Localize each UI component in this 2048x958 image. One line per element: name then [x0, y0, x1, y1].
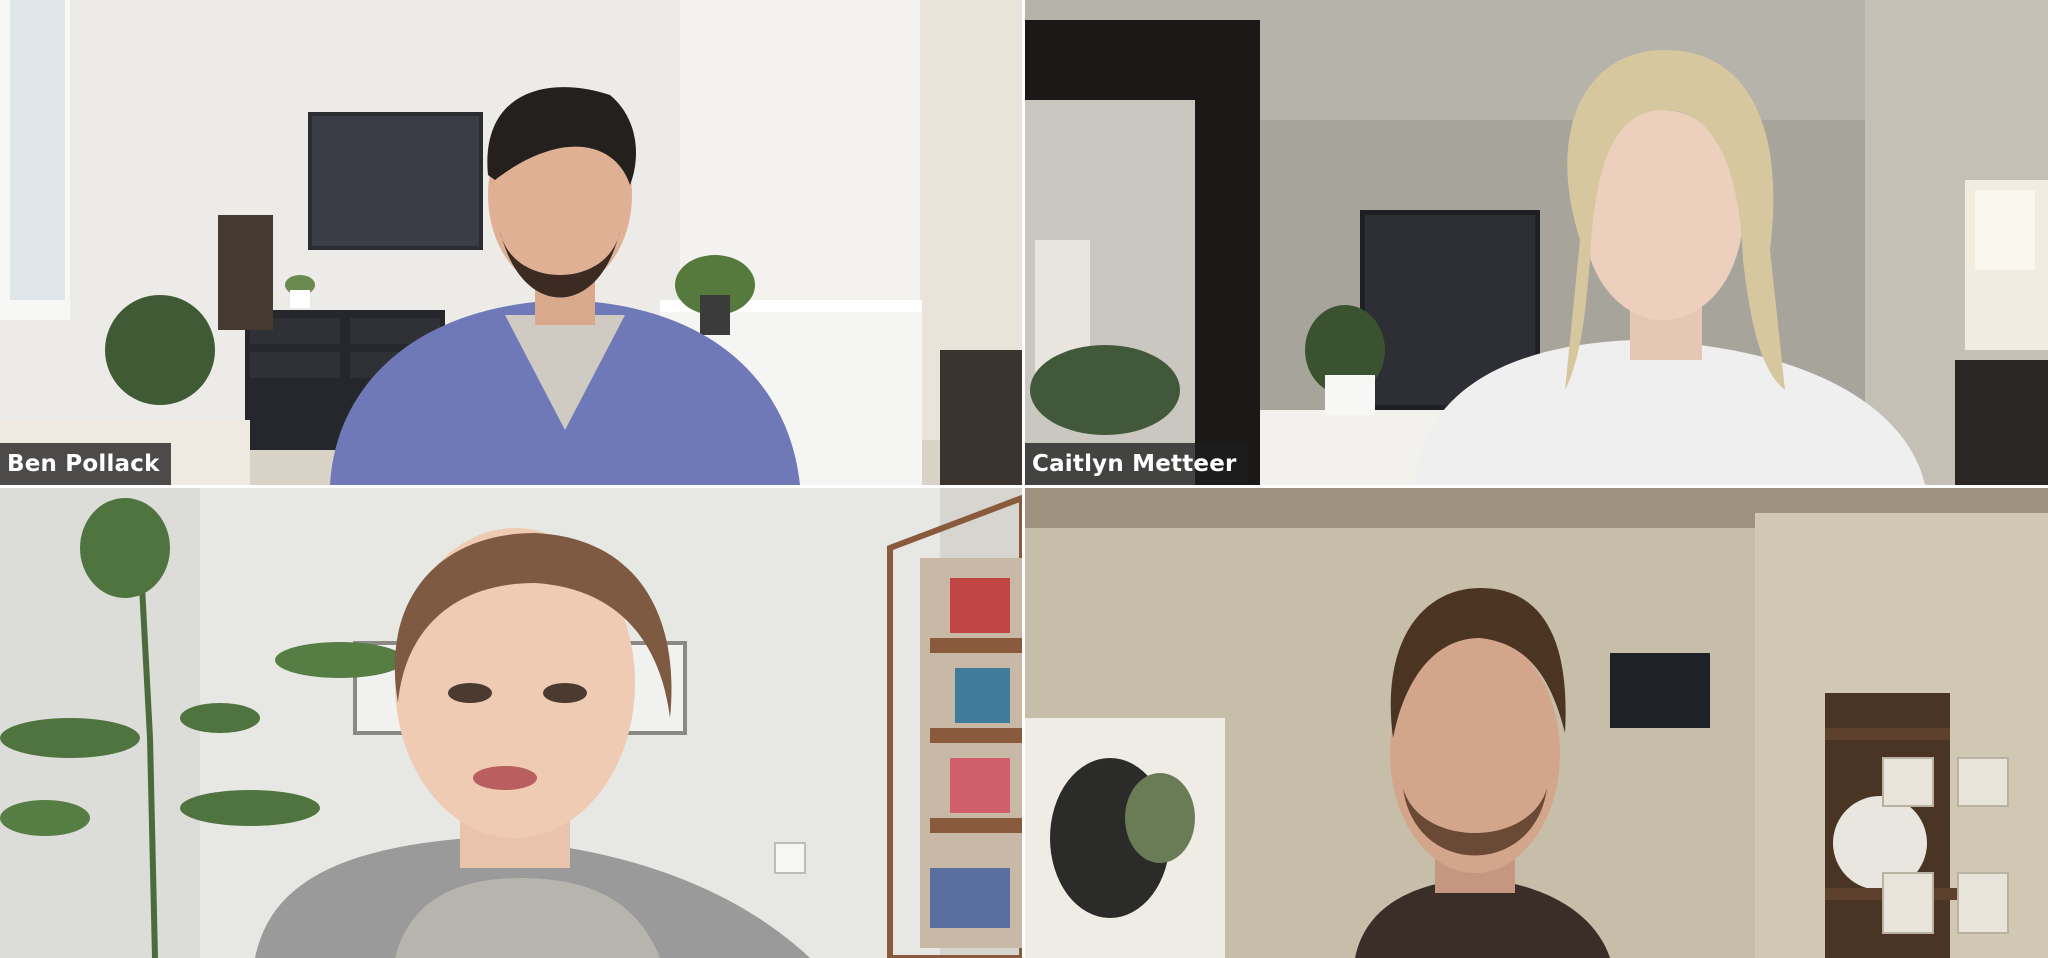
participant-video-3: [0, 488, 1022, 958]
participant-name-tag: Ben Pollack: [0, 443, 171, 485]
participant-name-label: Ben Pollack: [7, 451, 160, 477]
participant-video-ben-pollack: [0, 0, 1022, 485]
participant-name-label: Caitlyn Metteer: [1032, 451, 1237, 477]
participant-tile-4[interactable]: [1025, 488, 2048, 958]
participant-tile-ben-pollack[interactable]: Ben Pollack: [0, 0, 1022, 485]
participant-tile-3[interactable]: [0, 488, 1022, 958]
participant-video-4: [1025, 488, 2048, 958]
participant-name-tag: Caitlyn Metteer: [1025, 443, 1248, 485]
video-call-grid: Ben Pollack Caitlyn Metteer: [0, 0, 2048, 958]
participant-tile-caitlyn-metteer[interactable]: Caitlyn Metteer: [1025, 0, 2048, 485]
participant-video-caitlyn-metteer: [1025, 0, 2048, 485]
